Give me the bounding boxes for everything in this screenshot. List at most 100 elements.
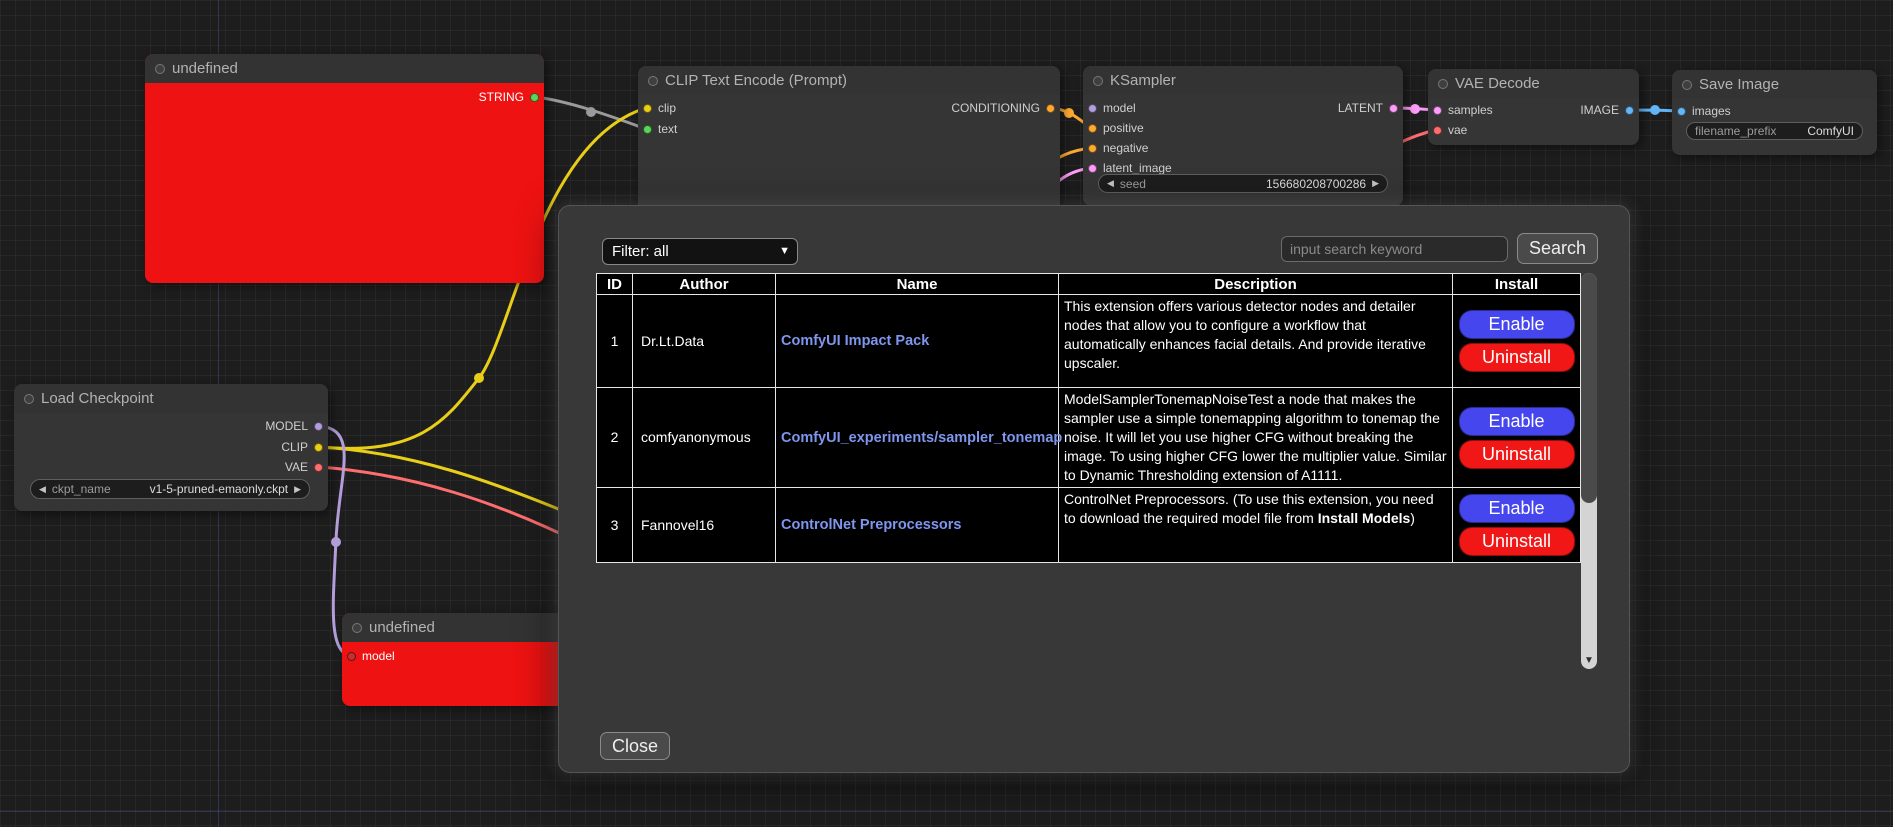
node-title-bar[interactable]: KSampler [1083,66,1403,95]
clip-input-dot[interactable] [643,104,652,113]
output-slot-clip: CLIP [281,440,323,454]
images-input-dot[interactable] [1677,107,1686,116]
cell-description: ControlNet Preprocessors. (To use this e… [1059,488,1453,563]
widget-increment-icon[interactable]: ▶ [1372,179,1379,188]
input-slot-samples: samples [1433,103,1493,117]
cell-name: ControlNet Preprocessors [776,488,1059,563]
graph-canvas[interactable]: { "icons": { "arrow_left": "◀", "arrow_r… [0,0,1893,827]
cell-install: Enable Uninstall [1453,488,1581,563]
close-button[interactable]: Close [600,732,670,760]
clip-output-dot[interactable] [314,443,323,452]
collapse-dot-icon[interactable] [1438,79,1448,89]
node-undefined-top[interactable]: undefined STRING [145,54,544,283]
seed-widget[interactable]: ◀ seed 156680208700286 ▶ [1098,174,1388,193]
positive-input-dot[interactable] [1088,124,1097,133]
uninstall-button[interactable]: Uninstall [1459,527,1575,556]
node-clip-text-encode[interactable]: CLIP Text Encode (Prompt) clip text COND… [638,66,1060,216]
node-title: VAE Decode [1455,75,1540,92]
latent-output-dot[interactable] [1389,104,1398,113]
node-title-bar[interactable]: Load Checkpoint [14,384,328,413]
table-header-row: ID Author Name Description Install [597,274,1581,295]
input-slot-latent-image: latent_image [1088,161,1172,175]
collapse-dot-icon[interactable] [1682,80,1692,90]
widget-increment-icon[interactable]: ▶ [294,485,301,494]
uninstall-button[interactable]: Uninstall [1459,440,1575,469]
cell-author: Fannovel16 [633,488,776,563]
output-slot-image: IMAGE [1580,103,1634,117]
output-slot-vae: VAE [285,460,323,474]
extension-link[interactable]: ComfyUI Impact Pack [781,333,929,349]
grid-axis-horizontal [0,811,1893,812]
node-title-bar[interactable]: Save Image [1672,70,1877,99]
enable-button[interactable]: Enable [1459,310,1575,339]
vae-input-dot[interactable] [1433,126,1442,135]
search-input[interactable] [1281,236,1508,262]
scroll-down-icon: ▼ [1584,655,1594,666]
cell-author: comfyanonymous [633,388,776,488]
node-title: KSampler [1110,72,1176,89]
input-slot-text: text [643,122,677,136]
input-slot-positive: positive [1088,121,1144,135]
node-title-bar[interactable]: CLIP Text Encode (Prompt) [638,66,1060,95]
extension-link[interactable]: ControlNet Preprocessors [781,517,962,533]
output-slot-string: STRING [479,90,539,104]
widget-label: filename_prefix [1695,124,1776,138]
cell-install: Enable Uninstall [1453,295,1581,388]
filename-prefix-widget[interactable]: filename_prefix ComfyUI [1686,122,1863,140]
cell-description: This extension offers various detector n… [1059,295,1453,388]
conditioning-output-dot[interactable] [1046,104,1055,113]
node-undefined-bottom[interactable]: undefined model [342,613,572,706]
node-title-bar[interactable]: undefined [342,613,572,642]
string-output-dot[interactable] [530,93,539,102]
model-input-dot[interactable] [1088,104,1097,113]
image-output-dot[interactable] [1625,106,1634,115]
node-title: Load Checkpoint [41,390,154,407]
widget-decrement-icon[interactable]: ◀ [39,485,46,494]
cell-description: ModelSamplerTonemapNoiseTest a node that… [1059,388,1453,488]
node-title-bar[interactable]: undefined [145,54,544,83]
node-title: undefined [172,60,238,77]
collapse-dot-icon[interactable] [24,394,34,404]
scrollbar-thumb[interactable] [1581,273,1597,503]
node-title-bar[interactable]: VAE Decode [1428,69,1639,98]
node-save-image[interactable]: Save Image images filename_prefix ComfyU… [1672,70,1877,155]
collapse-dot-icon[interactable] [1093,76,1103,86]
filter-dropdown[interactable]: Filter: all [602,238,798,265]
text-input-dot[interactable] [643,125,652,134]
output-slot-conditioning: CONDITIONING [951,101,1055,115]
latent-input-dot[interactable] [1088,164,1097,173]
search-button[interactable]: Search [1517,233,1598,264]
cell-id: 2 [597,388,633,488]
extension-link[interactable]: ComfyUI_experiments/sampler_tonemap [781,430,1062,446]
negative-input-dot[interactable] [1088,144,1097,153]
node-ksampler[interactable]: KSampler model positive negative latent_… [1083,66,1403,206]
input-slot-images: images [1677,104,1731,118]
widget-value: ComfyUI [1807,124,1854,138]
cell-author: Dr.Lt.Data [633,295,776,388]
vae-output-dot[interactable] [314,463,323,472]
uninstall-button[interactable]: Uninstall [1459,343,1575,372]
ckpt-name-widget[interactable]: ◀ ckpt_name v1-5-pruned-emaonly.ckpt ▶ [30,479,310,499]
collapse-dot-icon[interactable] [352,623,362,633]
cell-id: 1 [597,295,633,388]
model-input-dot[interactable] [347,652,356,661]
model-output-dot[interactable] [314,422,323,431]
enable-button[interactable]: Enable [1459,494,1575,523]
node-title: Save Image [1699,76,1779,93]
node-load-checkpoint[interactable]: Load Checkpoint MODEL CLIP VAE ◀ ckpt_na… [14,384,328,511]
collapse-dot-icon[interactable] [648,76,658,86]
enable-button[interactable]: Enable [1459,407,1575,436]
table-scrollbar[interactable]: ▼ [1581,273,1597,669]
table-row: 1 Dr.Lt.Data ComfyUI Impact Pack This ex… [597,295,1581,388]
scrollbar-down-button[interactable]: ▼ [1581,651,1597,669]
samples-input-dot[interactable] [1433,106,1442,115]
widget-decrement-icon[interactable]: ◀ [1107,179,1114,188]
cell-install: Enable Uninstall [1453,388,1581,488]
collapse-dot-icon[interactable] [155,64,165,74]
cell-id: 3 [597,488,633,563]
custom-nodes-manager-dialog: Filter: all ▼ Search ID Author Name Desc… [558,205,1630,773]
node-title: undefined [369,619,435,636]
widget-value: 156680208700286 [1266,177,1366,191]
node-vae-decode[interactable]: VAE Decode samples vae IMAGE [1428,69,1639,145]
input-slot-negative: negative [1088,141,1148,155]
